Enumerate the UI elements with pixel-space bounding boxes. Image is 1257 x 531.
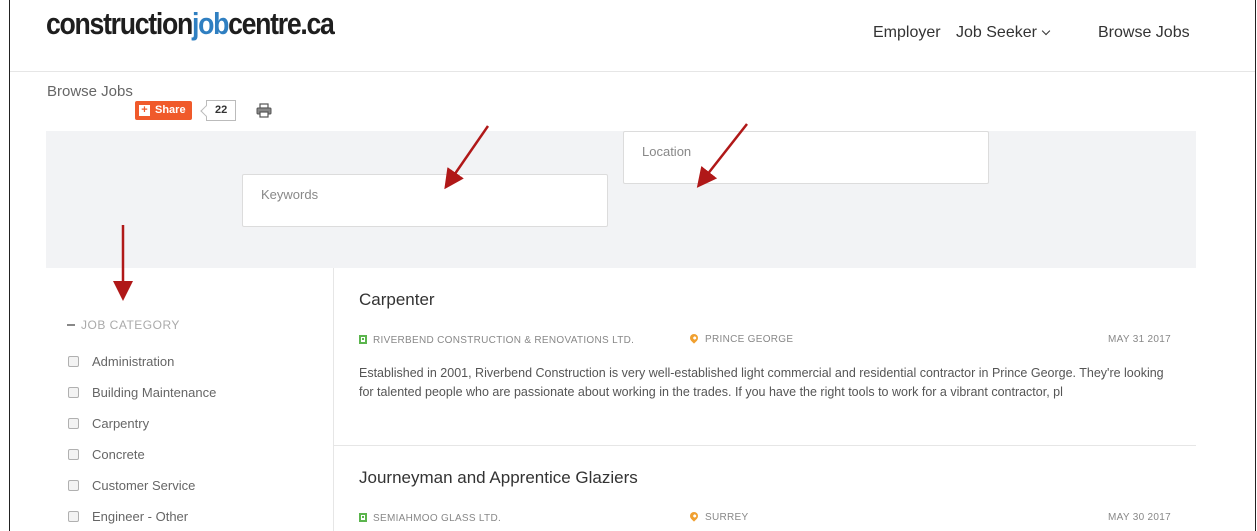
annotation-arrows	[113, 123, 748, 301]
annotation-arrow-keywords	[444, 125, 490, 190]
page-frame: constructionjobcentre.ca Employer Job Se…	[9, 0, 1256, 531]
annotation-arrow-location	[696, 123, 748, 188]
